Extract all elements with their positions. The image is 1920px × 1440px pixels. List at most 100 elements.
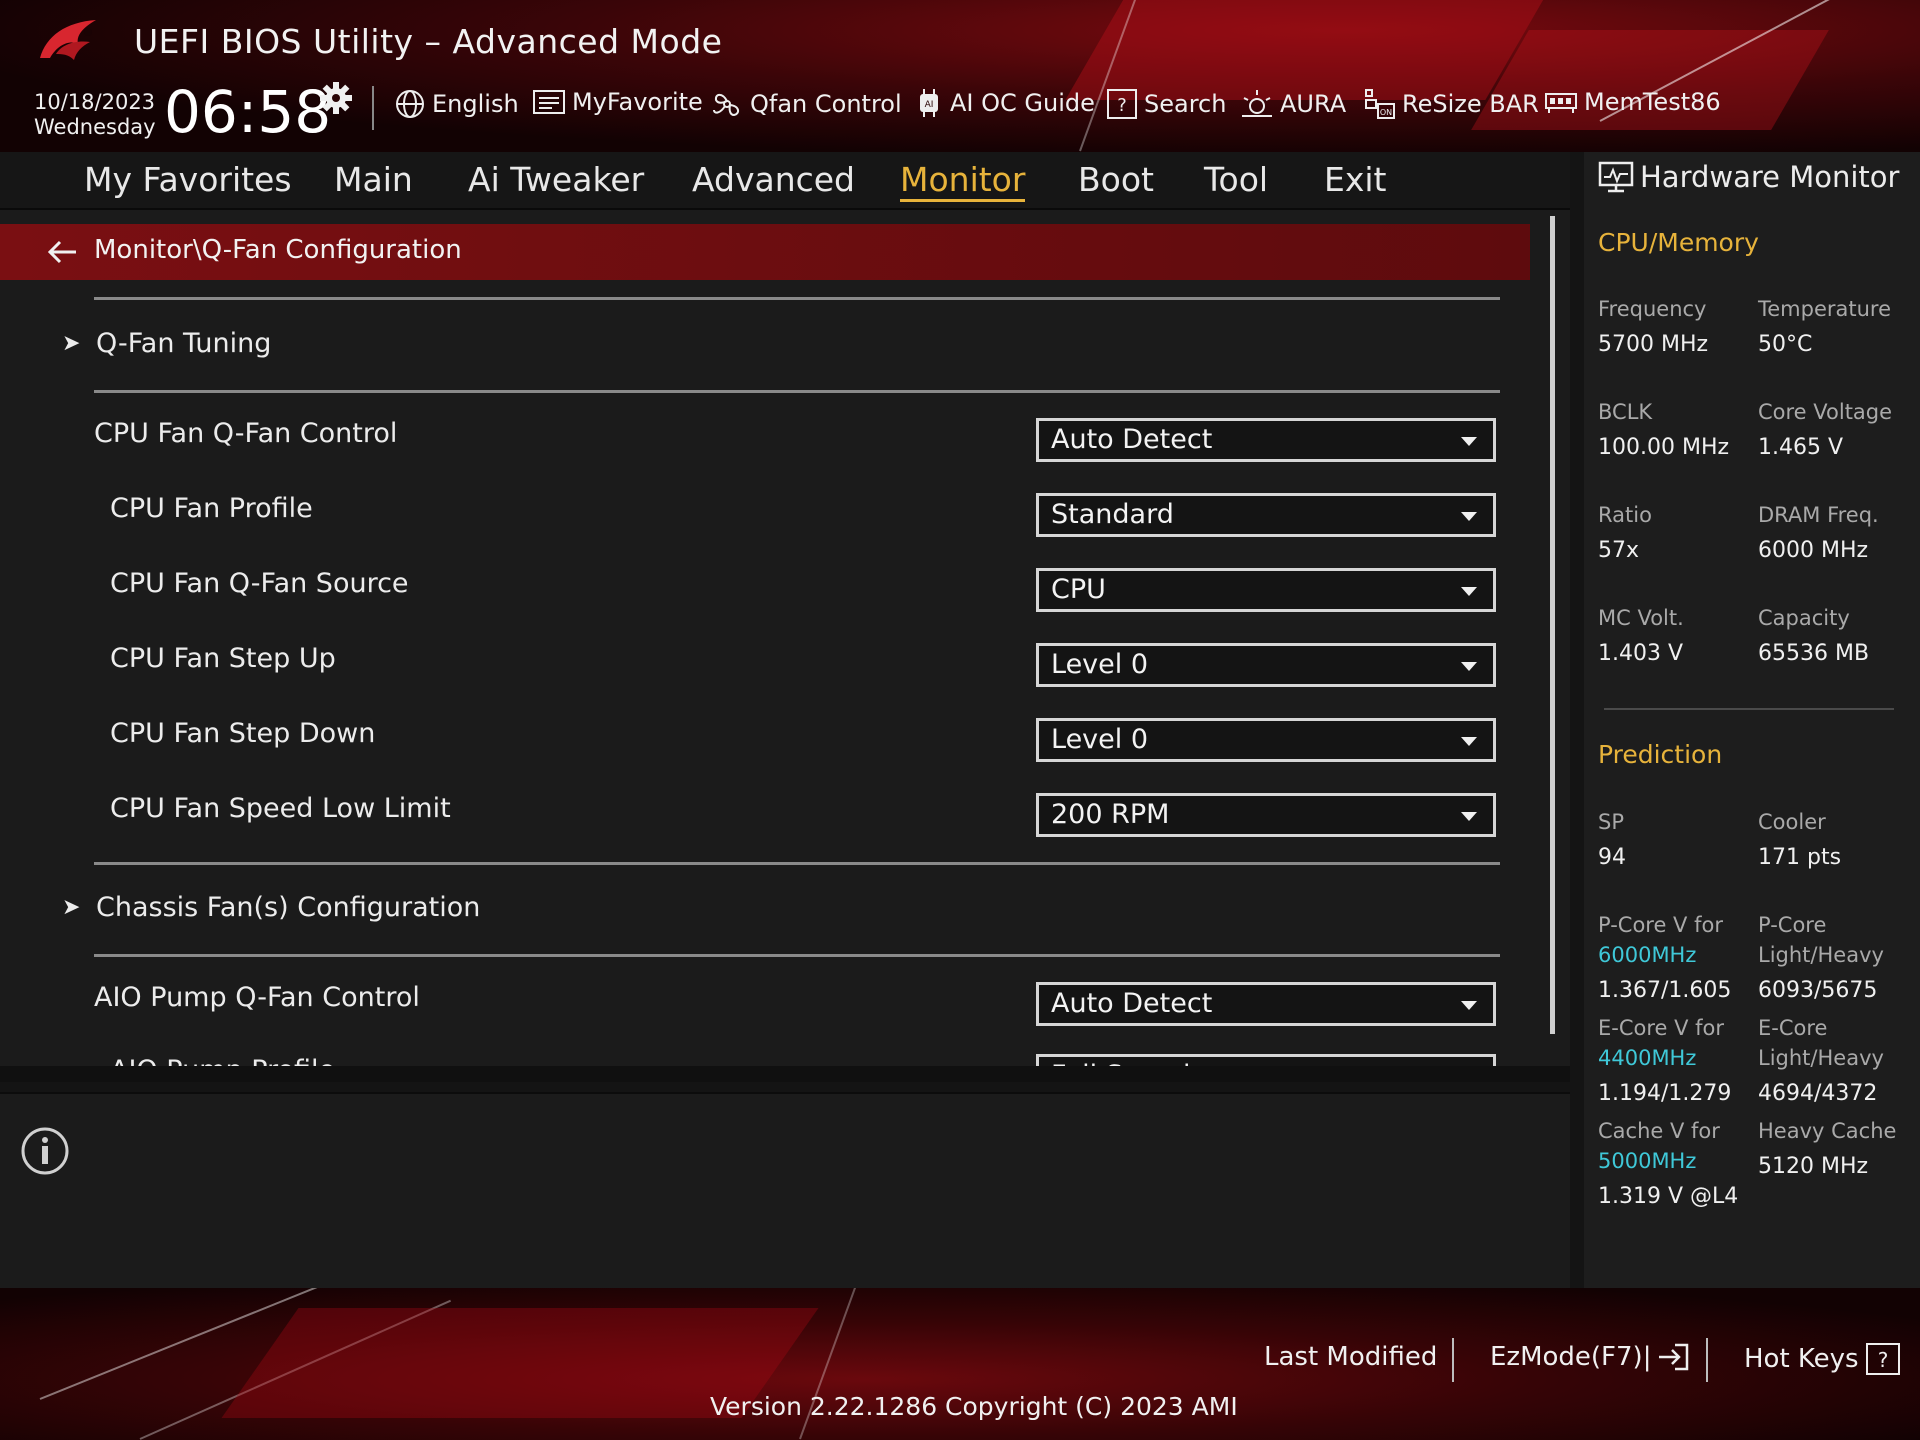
chevron-down-icon: [1461, 662, 1477, 671]
aio-pump-qfan-control-dropdown[interactable]: Auto Detect: [1036, 982, 1496, 1026]
tab-tool[interactable]: Tool: [1204, 160, 1268, 199]
dropdown-value: CPU: [1051, 574, 1106, 605]
cooler-label: Cooler: [1758, 810, 1826, 834]
hardware-monitor-panel: Hardware Monitor CPU/Memory Frequency 57…: [1584, 152, 1920, 1288]
dropdown-value: Auto Detect: [1051, 424, 1213, 455]
qfan-tuning-label: Q-Fan Tuning: [96, 328, 272, 359]
frequency-value: 5700 MHz: [1598, 332, 1709, 357]
chassis-fan-config-item[interactable]: ➤ Chassis Fan(s) Configuration: [62, 892, 480, 923]
myfavorite-button[interactable]: MyFavorite: [532, 88, 703, 116]
breadcrumb-bar: Monitor\Q-Fan Configuration: [0, 224, 1530, 280]
chevron-down-icon: [1461, 737, 1477, 746]
svg-text:?: ?: [1877, 1348, 1888, 1372]
panel-bottom-edge: [0, 1066, 1570, 1082]
prediction-heading: Prediction: [1598, 740, 1723, 769]
chevron-right-icon: ➤: [62, 331, 81, 356]
resize-bar-icon: ON: [1365, 89, 1395, 119]
cpu-fan-qfan-source-dropdown[interactable]: CPU: [1036, 568, 1496, 612]
tab-ai-tweaker[interactable]: Ai Tweaker: [468, 160, 644, 199]
header-decoration: [1065, 0, 1555, 100]
memtest86-button[interactable]: MemTest86: [1544, 88, 1721, 116]
resize-bar-button[interactable]: ON ReSize BAR: [1362, 88, 1539, 120]
sp-label: SP: [1598, 810, 1624, 834]
favorite-list-icon: [533, 90, 565, 114]
cache-v-freq: 5000MHz: [1598, 1149, 1697, 1173]
svg-text:AI: AI: [925, 100, 934, 110]
tab-boot[interactable]: Boot: [1078, 160, 1154, 199]
search-label: Search: [1144, 90, 1227, 118]
ecore-v-value: 1.194/1.279: [1598, 1081, 1732, 1106]
chevron-down-icon: [1461, 437, 1477, 446]
ecore-lh-value: 4694/4372: [1758, 1081, 1878, 1106]
aura-button[interactable]: AURA: [1240, 88, 1346, 120]
date-display: 10/18/2023 Wednesday: [34, 90, 156, 140]
cpu-fan-step-up-dropdown[interactable]: Level 0: [1036, 643, 1496, 687]
last-modified-button[interactable]: Last Modified: [1264, 1342, 1437, 1372]
ecore-v-freq: 4400MHz: [1598, 1046, 1697, 1070]
qfan-control-button[interactable]: Qfan Control: [710, 88, 902, 120]
weekday-text: Wednesday: [34, 115, 156, 139]
menu-bar: My Favorites Main Ai Tweaker Advanced Mo…: [0, 152, 1570, 210]
language-label: English: [432, 90, 519, 118]
tab-exit[interactable]: Exit: [1324, 160, 1387, 199]
ecore-v-label: E-Core V for: [1598, 1016, 1725, 1040]
app-title: UEFI BIOS Utility – Advanced Mode: [134, 22, 723, 61]
header-bar: UEFI BIOS Utility – Advanced Mode 10/18/…: [0, 0, 1920, 152]
breadcrumb: Monitor\Q-Fan Configuration: [94, 235, 462, 265]
memtest86-label: MemTest86: [1584, 88, 1721, 116]
language-button[interactable]: English: [394, 88, 519, 120]
temperature-value: 50°C: [1758, 332, 1813, 357]
tab-advanced[interactable]: Advanced: [692, 160, 855, 199]
cpu-memory-heading: CPU/Memory: [1598, 228, 1759, 257]
temperature-label: Temperature: [1758, 297, 1892, 321]
aura-label: AURA: [1280, 90, 1347, 118]
cpu-fan-step-down-label: CPU Fan Step Down: [110, 718, 376, 749]
search-button[interactable]: ? Search: [1106, 88, 1226, 120]
footer-separator: [1706, 1338, 1708, 1382]
divider: [94, 954, 1500, 957]
gear-icon[interactable]: [318, 80, 354, 116]
scrollbar[interactable]: [1550, 216, 1555, 1034]
tab-my-favorites[interactable]: My Favorites: [84, 160, 292, 199]
heavy-cache-label: Heavy Cache: [1758, 1119, 1897, 1143]
dropdown-value: Auto Detect: [1051, 988, 1213, 1019]
tab-monitor[interactable]: Monitor: [900, 160, 1026, 202]
cpu-fan-step-up-label: CPU Fan Step Up: [110, 643, 336, 674]
chevron-down-icon: [1461, 812, 1477, 821]
cache-v-label: Cache V for: [1598, 1119, 1720, 1143]
dropdown-value: Standard: [1051, 499, 1174, 530]
cpu-fan-profile-dropdown[interactable]: Standard: [1036, 493, 1496, 537]
hardware-monitor-title-text: Hardware Monitor: [1640, 160, 1900, 194]
mc-volt-value: 1.403 V: [1598, 641, 1684, 666]
cpu-fan-speed-low-limit-label: CPU Fan Speed Low Limit: [110, 793, 451, 824]
hotkeys-label: Hot Keys: [1744, 1344, 1859, 1374]
footer-bar: Last Modified EzMode(F7)| Hot Keys ? Ver…: [0, 1288, 1920, 1440]
ezmode-button[interactable]: EzMode(F7)|: [1490, 1342, 1691, 1372]
exit-arrow-icon: [1659, 1343, 1689, 1371]
pcore-v-value: 1.367/1.605: [1598, 978, 1732, 1003]
back-arrow-icon[interactable]: [46, 238, 78, 266]
aio-pump-qfan-control-label: AIO Pump Q-Fan Control: [94, 982, 420, 1013]
svg-text:?: ?: [1117, 95, 1127, 116]
cpu-fan-qfan-control-dropdown[interactable]: Auto Detect: [1036, 418, 1496, 462]
cpu-fan-qfan-control-label: CPU Fan Q-Fan Control: [94, 418, 398, 449]
cpu-fan-speed-low-limit-dropdown[interactable]: 200 RPM: [1036, 793, 1496, 837]
divider: [94, 862, 1500, 865]
ai-oc-guide-button[interactable]: AI AI OC Guide: [914, 88, 1095, 118]
fan-icon: [713, 93, 740, 117]
frequency-label: Frequency: [1598, 297, 1707, 321]
hardware-monitor-title: Hardware Monitor: [1598, 160, 1899, 194]
version-text: Version 2.22.1286 Copyright (C) 2023 AMI: [710, 1392, 1238, 1421]
cache-v-value: 1.319 V @L4: [1598, 1184, 1739, 1209]
globe-icon: [396, 90, 424, 118]
question-box-icon: ?: [1107, 89, 1137, 119]
qfan-tuning-item[interactable]: ➤ Q-Fan Tuning: [62, 328, 271, 359]
dropdown-value: 200 RPM: [1051, 799, 1170, 830]
hotkeys-button[interactable]: Hot Keys ?: [1744, 1342, 1901, 1376]
core-voltage-value: 1.465 V: [1758, 435, 1844, 460]
cpu-fan-profile-label: CPU Fan Profile: [110, 493, 313, 524]
cpu-fan-step-down-dropdown[interactable]: Level 0: [1036, 718, 1496, 762]
chevron-down-icon: [1461, 512, 1477, 521]
tab-main[interactable]: Main: [334, 160, 413, 199]
dram-freq-value: 6000 MHz: [1758, 538, 1869, 563]
